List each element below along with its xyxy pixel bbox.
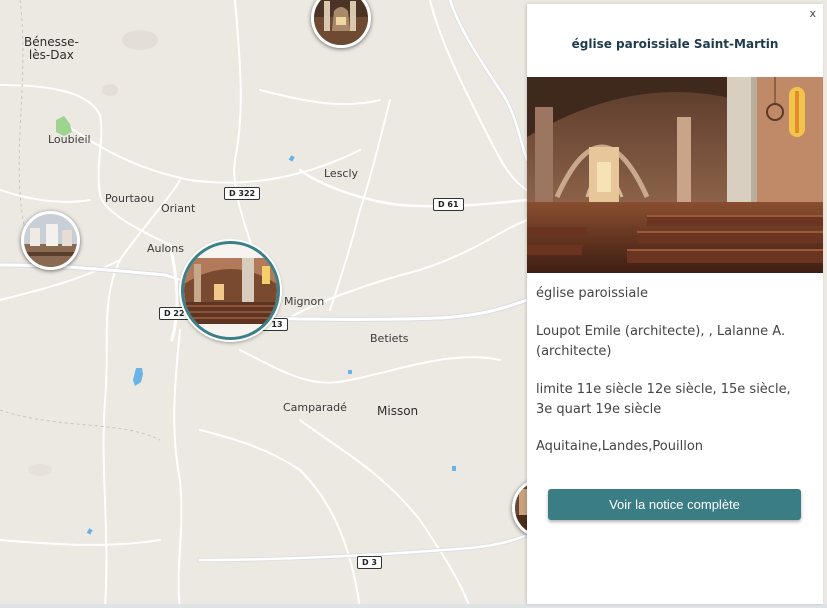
church-thumbnail-icon [314,0,368,45]
place-label-misson: Misson [377,404,419,418]
road-shield-d3: D 3 [357,556,382,569]
monument-info-panel: x église paroissiale Saint-Martin église… [527,4,823,604]
monument-type: église paroissiale [536,286,648,301]
place-label-mignon: Mignon [284,295,325,308]
place-label-pourtaou: Pourtaou [105,192,155,205]
church-thumbnail-icon [184,244,277,337]
church-marker-left[interactable] [21,211,80,270]
place-label-loubieil: Loubieil [48,133,91,146]
place-label-lescly: Lescly [324,167,359,180]
road-shield-d322: D 322 [224,187,261,200]
church-marker-active[interactable] [181,241,280,340]
monument-photo [527,77,823,273]
close-button[interactable]: x [809,7,816,20]
place-label-betiets: Betiets [370,332,409,345]
view-full-record-button[interactable]: Voir la notice complète [548,489,801,520]
road-shield-d61: D 61 [433,198,464,211]
place-label-aulons: Aulons [147,242,184,255]
frame-border [0,604,827,608]
place-label-camparade: Camparadé [283,401,347,414]
monument-period: limite 11e siècle 12e siècle, 15e siècle… [536,382,791,417]
monument-architects: Loupot Emile (architecte), , Lalanne A. … [536,324,786,359]
monument-title: église paroissiale Saint-Martin [571,37,779,51]
monument-location: Aquitaine,Landes,Pouillon [536,439,704,454]
church-interior-image [527,77,823,273]
church-thumbnail-icon [24,214,77,267]
place-label-oriant: Oriant [161,202,196,215]
place-label-benesse: Bénesse- lès-Dax [24,36,79,62]
place-label-line: lès-Dax [28,48,74,62]
